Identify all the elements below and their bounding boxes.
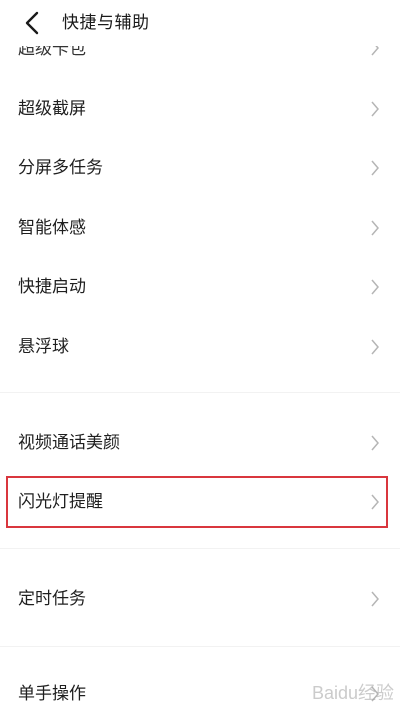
section-divider bbox=[0, 392, 400, 393]
row-label: 悬浮球 bbox=[18, 337, 69, 357]
watermark: Baidu经验 bbox=[311, 683, 394, 703]
settings-row-super-screenshot[interactable]: 超级截屏 bbox=[0, 80, 400, 138]
settings-row-timed-task[interactable]: 定时任务 bbox=[0, 570, 400, 628]
row-label: 闪光灯提醒 bbox=[18, 492, 103, 512]
page-title: 快捷与辅助 bbox=[62, 13, 150, 33]
chevron-right-icon bbox=[371, 101, 379, 117]
row-label: 分屏多任务 bbox=[18, 158, 103, 178]
chevron-right-icon bbox=[371, 160, 379, 176]
chevron-right-icon bbox=[371, 339, 379, 355]
settings-row-smart-motion[interactable]: 智能体感 bbox=[0, 199, 400, 257]
chevron-right-icon bbox=[371, 279, 379, 295]
settings-row-floating-ball[interactable]: 悬浮球 bbox=[0, 318, 400, 376]
chevron-right-icon bbox=[371, 220, 379, 236]
settings-row-video-call-beauty[interactable]: 视频通话美颜 bbox=[0, 414, 400, 472]
top-bar: 快捷与辅助 bbox=[0, 0, 400, 46]
settings-row-partial[interactable]: 超级卡包 bbox=[0, 46, 400, 60]
settings-row-quick-launch[interactable]: 快捷启动 bbox=[0, 258, 400, 316]
settings-row-split-multitask[interactable]: 分屏多任务 bbox=[0, 139, 400, 197]
chevron-right-icon bbox=[371, 46, 379, 56]
section-divider bbox=[0, 646, 400, 647]
back-arrow-icon[interactable] bbox=[18, 8, 48, 38]
row-label: 超级截屏 bbox=[18, 99, 86, 119]
row-label: 智能体感 bbox=[18, 218, 86, 238]
section-divider bbox=[0, 548, 400, 549]
row-label: 视频通话美颜 bbox=[18, 433, 120, 453]
chevron-right-icon bbox=[371, 494, 379, 510]
chevron-right-icon bbox=[371, 435, 379, 451]
row-label: 定时任务 bbox=[18, 589, 86, 609]
settings-row-flash-reminder[interactable]: 闪光灯提醒 bbox=[0, 473, 400, 531]
chevron-right-icon bbox=[371, 591, 379, 607]
row-label: 快捷启动 bbox=[18, 277, 86, 297]
row-label: 超级卡包 bbox=[18, 46, 86, 59]
row-label: 单手操作 bbox=[18, 684, 86, 704]
